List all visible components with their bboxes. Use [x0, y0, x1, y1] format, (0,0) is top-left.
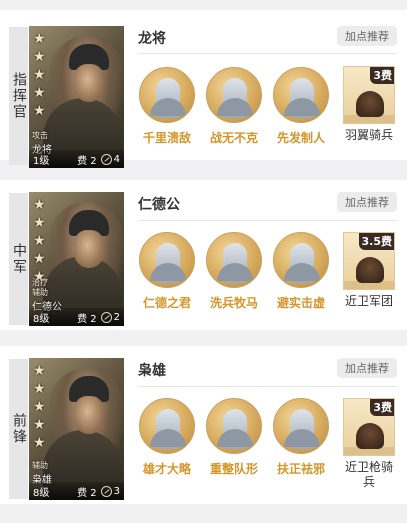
hero-info-bar: 1级 费 2 4: [29, 150, 124, 168]
troop-name: 近卫枪骑兵: [345, 460, 394, 489]
star-icon: ★: [33, 85, 46, 101]
formation-skill-icon: [206, 398, 262, 454]
general-skill-icon: [139, 398, 195, 454]
troop-cost: 3费: [370, 67, 394, 84]
role-label: 指挥官: [9, 27, 28, 165]
lineup-card-vanguard: 前锋 ★ ★ ★ ★ ★ 辅助 枭雄 8级 费 2 3 枭雄 加点推荐 雄才大略…: [0, 346, 407, 504]
badge-value: 2: [113, 311, 120, 323]
skill-item[interactable]: 重整队形: [203, 398, 265, 477]
skill-name: 仁德之君: [142, 296, 191, 310]
star-icon: ★: [33, 233, 46, 249]
skill-item[interactable]: 先发制人: [270, 67, 332, 146]
hero-info-bar: 8级 费 2 2: [29, 308, 124, 326]
hero-level: 8级: [33, 487, 50, 499]
skill-name: 先发制人: [276, 131, 325, 145]
skill-item[interactable]: 避实击虚: [270, 232, 332, 311]
hero-cost: 费 2: [77, 487, 97, 499]
star-icon: ★: [33, 363, 46, 379]
no-respec-icon: [100, 485, 112, 497]
recommend-points-button[interactable]: 加点推荐: [337, 26, 397, 46]
guard-troop-icon: 3.5费: [343, 232, 395, 290]
hero-info-bar: 8级 费 2 3: [29, 482, 124, 500]
troop-item[interactable]: 3费 近卫枪骑兵: [338, 398, 400, 490]
divider: [138, 220, 397, 221]
hero-title: 龙将: [138, 31, 166, 47]
hero-tags: 治疗 辅助: [32, 278, 48, 298]
divider: [138, 53, 397, 54]
skill-name: 避实击虚: [276, 296, 325, 310]
skill-item[interactable]: 千里溃敌: [136, 67, 198, 146]
spear-skill-icon: [273, 67, 329, 123]
hero-portrait[interactable]: ★ ★ ★ ★ ★ 治疗 辅助 仁德公 8级 费 2 2: [29, 192, 124, 326]
skill-name: 重整队形: [209, 462, 258, 476]
star-icon: ★: [33, 49, 46, 65]
troop-item[interactable]: 3费 羽翼骑兵: [338, 66, 400, 143]
hero-tag: 攻击: [32, 131, 48, 140]
hero-tag: 辅助: [32, 288, 48, 297]
star-icon: ★: [33, 215, 46, 231]
hero-tag: 治疗: [32, 278, 48, 287]
mounted-warrior-skill-icon: [139, 67, 195, 123]
skill-item[interactable]: 扶正祛邪: [270, 398, 332, 477]
lineup-card-commander: 指挥官 ★ ★ ★ ★ ★ 攻击 龙将 1级 费 2 4 龙将 加点推荐 千里溃…: [0, 10, 407, 168]
star-icon: ★: [33, 103, 46, 119]
hero-level: 1级: [33, 155, 50, 167]
hero-tags: 攻击: [32, 131, 48, 141]
crossed-weapons-skill-icon: [206, 67, 262, 123]
hero-title: 仁德公: [138, 197, 180, 213]
recommend-points-button[interactable]: 加点推荐: [337, 192, 397, 212]
star-icon: ★: [33, 435, 46, 451]
badge-value: 3: [113, 485, 120, 497]
divider: [138, 386, 397, 387]
star-icon: ★: [33, 67, 46, 83]
no-respec-icon: [100, 153, 112, 165]
cavalry-troop-icon: 3费: [343, 66, 395, 124]
skill-name: 扶正祛邪: [276, 462, 325, 476]
hero-cost: 费 2: [77, 155, 97, 167]
troop-cost: 3.5费: [358, 233, 394, 250]
warrior-skill-icon: [206, 232, 262, 288]
skill-item[interactable]: 雄才大略: [136, 398, 198, 477]
skill-name: 洗兵牧马: [209, 296, 258, 310]
hero-cost: 费 2: [77, 313, 97, 325]
hero-tags: 辅助: [32, 461, 48, 471]
lancer-troop-icon: 3费: [343, 398, 395, 456]
skill-item[interactable]: 洗兵牧马: [203, 232, 265, 311]
troop-cost: 3费: [370, 399, 394, 416]
troop-item[interactable]: 3.5费 近卫军团: [338, 232, 400, 309]
recommend-points-button[interactable]: 加点推荐: [337, 358, 397, 378]
star-rating: ★ ★ ★ ★ ★: [33, 198, 46, 284]
star-rating: ★ ★ ★ ★ ★: [33, 32, 46, 118]
star-icon: ★: [33, 381, 46, 397]
lineup-card-center: 中军 ★ ★ ★ ★ ★ 治疗 辅助 仁德公 8级 费 2 2 仁德公 加点推荐…: [0, 180, 407, 330]
role-label: 前锋: [9, 359, 28, 499]
hero-title: 枭雄: [138, 363, 166, 379]
star-icon: ★: [33, 197, 46, 213]
star-icon: ★: [33, 399, 46, 415]
no-respec-icon: [100, 311, 112, 323]
lord-skill-icon: [139, 232, 195, 288]
hero-portrait[interactable]: ★ ★ ★ ★ ★ 攻击 龙将 1级 费 2 4: [29, 26, 124, 168]
shouting-warrior-skill-icon: [273, 398, 329, 454]
badge-value: 4: [113, 153, 120, 165]
troop-name: 近卫军团: [344, 294, 393, 308]
skill-name: 千里溃敌: [142, 131, 191, 145]
star-icon: ★: [33, 31, 46, 47]
star-icon: ★: [33, 417, 46, 433]
hero-level: 8级: [33, 313, 50, 325]
kneeling-soldier-skill-icon: [273, 232, 329, 288]
hero-portrait[interactable]: ★ ★ ★ ★ ★ 辅助 枭雄 8级 费 2 3: [29, 358, 124, 500]
skill-name: 雄才大略: [142, 462, 191, 476]
star-rating: ★ ★ ★ ★ ★: [33, 364, 46, 450]
hero-tag: 辅助: [32, 461, 48, 470]
troop-name: 羽翼骑兵: [344, 128, 393, 142]
skill-item[interactable]: 战无不克: [203, 67, 265, 146]
skill-name: 战无不克: [209, 131, 258, 145]
role-label: 中军: [9, 193, 28, 325]
star-icon: ★: [33, 251, 46, 267]
skill-item[interactable]: 仁德之君: [136, 232, 198, 311]
